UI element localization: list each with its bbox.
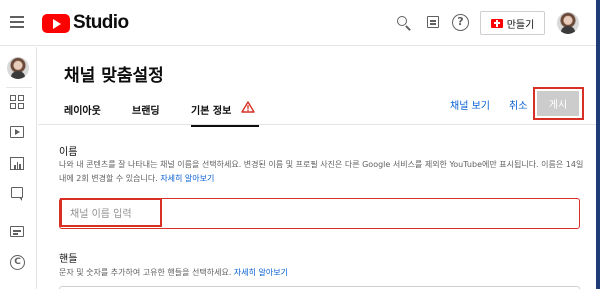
handle-field-label: 핸들 (59, 254, 78, 265)
create-button-label: 만들기 (506, 19, 535, 31)
comments-icon[interactable] (10, 187, 24, 201)
sidebar-divider (6, 87, 32, 88)
name-field-label: 이름 (59, 147, 78, 158)
input-highlight-box (60, 198, 162, 227)
tabs-divider (38, 124, 596, 125)
cancel-button[interactable]: 취소 (509, 97, 527, 112)
tab-layout[interactable]: 레이아웃 (64, 102, 101, 117)
tab-branding[interactable]: 브랜딩 (132, 102, 160, 117)
handle-field-description: 문자 및 숫자를 추가하여 고유한 핸들을 선택하세요. 자세히 알아보기 (59, 267, 288, 278)
name-learn-more-link[interactable]: 자세히 알아보기 (160, 174, 214, 183)
content-play-icon[interactable] (10, 126, 24, 140)
create-video-icon (490, 18, 503, 28)
analytics-icon[interactable] (10, 157, 24, 171)
main-content: 채널 맞춤설정 레이아웃 브랜딩 기본 정보 채널 보기 취소 게시 이름 나와… (38, 47, 596, 289)
help-icon[interactable]: ? (452, 14, 469, 31)
top-bar: Studio ? 만들기 (0, 0, 596, 46)
youtube-studio-logo[interactable]: Studio (42, 12, 129, 34)
channel-avatar[interactable] (7, 57, 29, 79)
sidebar: C (0, 47, 37, 289)
search-icon[interactable] (396, 15, 412, 31)
hamburger-menu-icon[interactable] (10, 16, 24, 28)
subtitles-icon[interactable] (10, 225, 24, 239)
youtube-logo-icon (42, 13, 70, 33)
name-description-text: 나와 내 콘텐츠를 잘 나타내는 채널 이름을 선택하세요. 변경된 이름 및 … (59, 160, 584, 183)
account-avatar[interactable] (557, 12, 579, 34)
feedback-icon[interactable] (425, 15, 441, 31)
name-field-description: 나와 내 콘텐츠를 잘 나타내는 채널 이름을 선택하세요. 변경된 이름 및 … (59, 158, 584, 186)
window-edge (596, 0, 600, 289)
warning-icon (241, 101, 255, 113)
logo-text: Studio (73, 12, 129, 33)
tab-basic-info[interactable]: 기본 정보 (191, 102, 231, 117)
page-title: 채널 맞춤설정 (64, 66, 164, 86)
handle-description-text: 문자 및 숫자를 추가하여 고유한 핸들을 선택하세요. (59, 268, 232, 277)
create-button[interactable]: 만들기 (480, 11, 545, 35)
publish-highlight-box (533, 87, 584, 120)
dashboard-icon[interactable] (10, 95, 24, 109)
handle-learn-more-link[interactable]: 자세히 알아보기 (234, 268, 288, 277)
view-channel-button[interactable]: 채널 보기 (450, 97, 490, 112)
copyright-icon[interactable]: C (10, 255, 25, 270)
